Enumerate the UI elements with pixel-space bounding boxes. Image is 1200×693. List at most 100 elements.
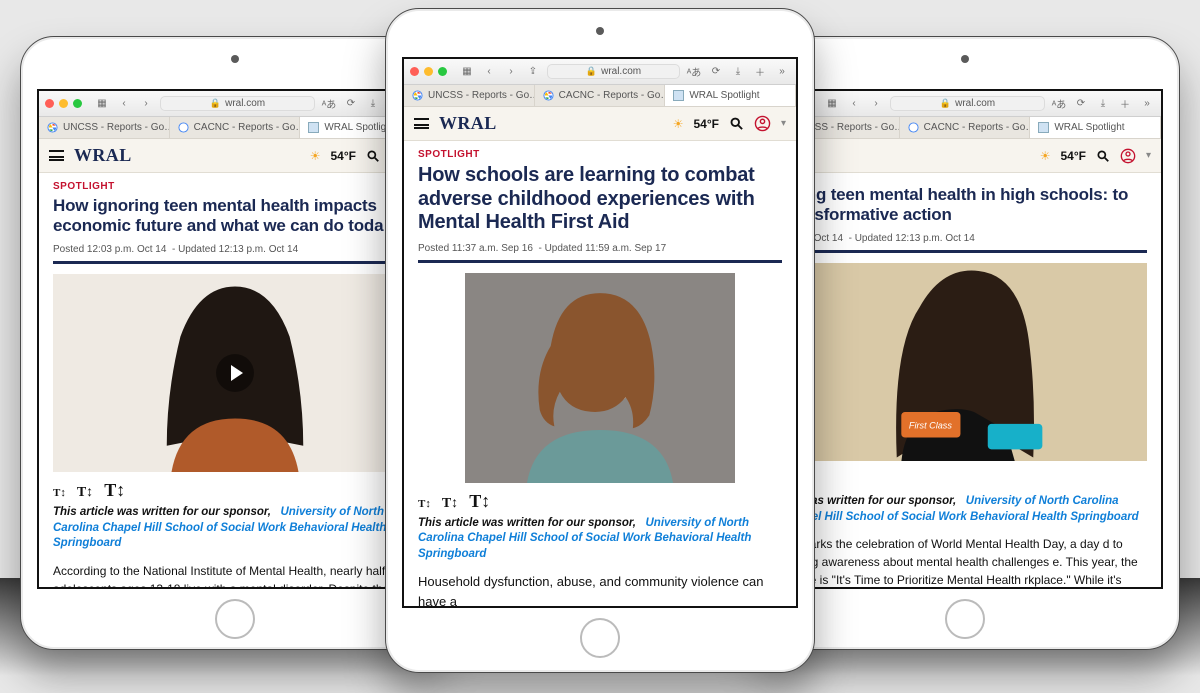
hero-image bbox=[465, 273, 735, 483]
reload-icon[interactable]: ⟳ bbox=[1073, 98, 1089, 109]
browser-tab[interactable]: CACNC - Reports - Go… bbox=[900, 117, 1031, 138]
maximize-icon[interactable] bbox=[438, 67, 447, 76]
search-icon[interactable] bbox=[729, 116, 744, 131]
hamburger-icon[interactable] bbox=[49, 150, 64, 161]
search-icon[interactable] bbox=[366, 149, 380, 163]
forward-icon[interactable]: › bbox=[503, 66, 519, 77]
share-icon[interactable]: ⇪ bbox=[525, 66, 541, 77]
search-icon[interactable] bbox=[1096, 149, 1110, 163]
temperature[interactable]: 54°F bbox=[1060, 149, 1085, 163]
chevron-down-icon[interactable]: ▾ bbox=[781, 118, 786, 129]
user-icon[interactable] bbox=[754, 115, 771, 132]
divider bbox=[53, 261, 417, 264]
text-size-controls[interactable]: T↕ T↕ T↕ bbox=[418, 491, 782, 512]
maximize-icon[interactable] bbox=[73, 99, 82, 108]
sponsor-prefix: This article was written for our sponsor… bbox=[53, 506, 271, 518]
page-icon bbox=[673, 90, 684, 101]
forward-icon[interactable]: › bbox=[868, 98, 884, 109]
camera-dot bbox=[231, 55, 239, 63]
browser-tab[interactable]: UNCSS - Reports - Go… bbox=[404, 85, 535, 106]
translate-icon[interactable]: ᴬあ bbox=[321, 96, 337, 111]
text-size-med[interactable]: T↕ bbox=[442, 496, 458, 511]
text-size-controls[interactable]: T↕ bbox=[783, 469, 1147, 490]
address-bar[interactable]: 🔒 wral.com bbox=[547, 64, 680, 79]
back-icon[interactable]: ‹ bbox=[481, 66, 497, 77]
new-tab-icon[interactable]: ＋ bbox=[752, 64, 768, 79]
window-controls[interactable] bbox=[45, 99, 82, 108]
article-body: 10 marks the celebration of World Mental… bbox=[783, 535, 1147, 589]
text-size-large[interactable]: T↕ bbox=[104, 480, 125, 500]
sidebar-toggle-icon[interactable]: ▦ bbox=[824, 98, 840, 109]
headline: How schools are learning to combat adver… bbox=[418, 164, 782, 235]
sidebar-toggle-icon[interactable]: ▦ bbox=[459, 66, 475, 77]
byline: 9 a.m. Oct 14 - Updated 12:13 p.m. Oct 1… bbox=[783, 233, 1147, 244]
user-icon[interactable] bbox=[1120, 148, 1136, 164]
chevron-down-icon[interactable]: ▾ bbox=[1146, 150, 1151, 161]
tab-label: WRAL Spotlight bbox=[689, 90, 759, 101]
browser-tab[interactable]: CACNC - Reports - Go… bbox=[170, 117, 301, 138]
overflow-icon[interactable]: » bbox=[1139, 98, 1155, 109]
window-controls[interactable] bbox=[410, 67, 447, 76]
browser-toolbar: ▦ ‹ › 🔒 wral.com ᴬあ ⟳ ⤓ ＋ » bbox=[769, 91, 1161, 117]
download-icon[interactable]: ⤓ bbox=[730, 66, 746, 77]
browser-tab[interactable]: CACNC - Reports - Go… bbox=[535, 85, 666, 106]
download-icon[interactable]: ⤓ bbox=[1095, 98, 1111, 109]
sidebar-toggle-icon[interactable]: ▦ bbox=[94, 98, 110, 109]
close-icon[interactable] bbox=[45, 99, 54, 108]
temperature[interactable]: 54°F bbox=[693, 117, 718, 131]
kicker: SPOTLIGHT bbox=[418, 149, 782, 160]
minimize-icon[interactable] bbox=[59, 99, 68, 108]
screen-right: ▦ ‹ › 🔒 wral.com ᴬあ ⟳ ⤓ ＋ » UNCSS - Repo… bbox=[767, 89, 1163, 589]
reload-icon[interactable]: ⟳ bbox=[343, 98, 359, 109]
text-size-controls[interactable]: T↕ T↕ T↕ bbox=[53, 480, 417, 501]
lock-icon: 🔒 bbox=[210, 98, 221, 109]
lock-icon: 🔒 bbox=[940, 98, 951, 109]
screen-left: ▦ ‹ › 🔒 wral.com ᴬあ ⟳ ⤓ ＋ » UNCSS - Repo… bbox=[37, 89, 433, 589]
article: tizing teen mental health in high school… bbox=[769, 173, 1161, 589]
hamburger-icon[interactable] bbox=[414, 118, 429, 129]
updated-time: Updated 12:13 p.m. Oct 14 bbox=[855, 233, 975, 244]
back-icon[interactable]: ‹ bbox=[846, 98, 862, 109]
posted-time: Posted 12:03 p.m. Oct 14 bbox=[53, 244, 166, 255]
text-size-small[interactable]: T↕ bbox=[53, 487, 66, 499]
browser-tabs: UNCSS - Reports - Go… CACNC - Reports - … bbox=[769, 117, 1161, 139]
address-bar[interactable]: 🔒 wral.com bbox=[890, 96, 1045, 111]
google-icon bbox=[412, 90, 423, 101]
translate-icon[interactable]: ᴬあ bbox=[686, 64, 702, 79]
home-button[interactable] bbox=[215, 599, 255, 639]
address-bar[interactable]: 🔒 wral.com bbox=[160, 96, 315, 111]
text-size-med[interactable]: T↕ bbox=[77, 485, 93, 500]
reload-icon[interactable]: ⟳ bbox=[708, 66, 724, 77]
back-icon[interactable]: ‹ bbox=[116, 98, 132, 109]
site-logo[interactable]: WRAL bbox=[439, 113, 497, 134]
forward-icon[interactable]: › bbox=[138, 98, 154, 109]
divider bbox=[783, 250, 1147, 253]
headline: How ignoring teen mental health impacts … bbox=[53, 196, 417, 236]
play-icon[interactable] bbox=[216, 354, 254, 392]
site-logo[interactable]: WRAL bbox=[74, 145, 132, 166]
hero-video[interactable] bbox=[53, 274, 417, 472]
article: SPOTLIGHT How schools are learning to co… bbox=[404, 141, 796, 608]
url-host: wral.com bbox=[601, 66, 641, 77]
tab-label: CACNC - Reports - Go… bbox=[559, 90, 666, 101]
text-size-small[interactable]: T↕ bbox=[418, 498, 431, 510]
temperature[interactable]: 54°F bbox=[330, 149, 355, 163]
overflow-icon[interactable]: » bbox=[774, 66, 790, 77]
close-icon[interactable] bbox=[410, 67, 419, 76]
browser-tab[interactable]: UNCSS - Reports - Go… bbox=[39, 117, 170, 138]
hero-image: First Class bbox=[783, 263, 1147, 461]
text-size-large[interactable]: T↕ bbox=[469, 491, 490, 511]
tab-label: UNCSS - Reports - Go… bbox=[63, 122, 170, 133]
page-icon bbox=[1038, 122, 1049, 133]
home-button[interactable] bbox=[945, 599, 985, 639]
minimize-icon[interactable] bbox=[424, 67, 433, 76]
browser-tab[interactable]: WRAL Spotlight bbox=[1030, 117, 1161, 138]
sun-icon: ☀ bbox=[1040, 149, 1051, 163]
browser-tab[interactable]: WRAL Spotlight bbox=[665, 85, 796, 106]
download-icon[interactable]: ⤓ bbox=[365, 98, 381, 109]
home-button[interactable] bbox=[580, 618, 620, 658]
new-tab-icon[interactable]: ＋ bbox=[1117, 96, 1133, 111]
article: SPOTLIGHT How ignoring teen mental healt… bbox=[39, 173, 431, 589]
sponsor-line: This article was written for our sponsor… bbox=[418, 516, 782, 563]
translate-icon[interactable]: ᴬあ bbox=[1051, 96, 1067, 111]
